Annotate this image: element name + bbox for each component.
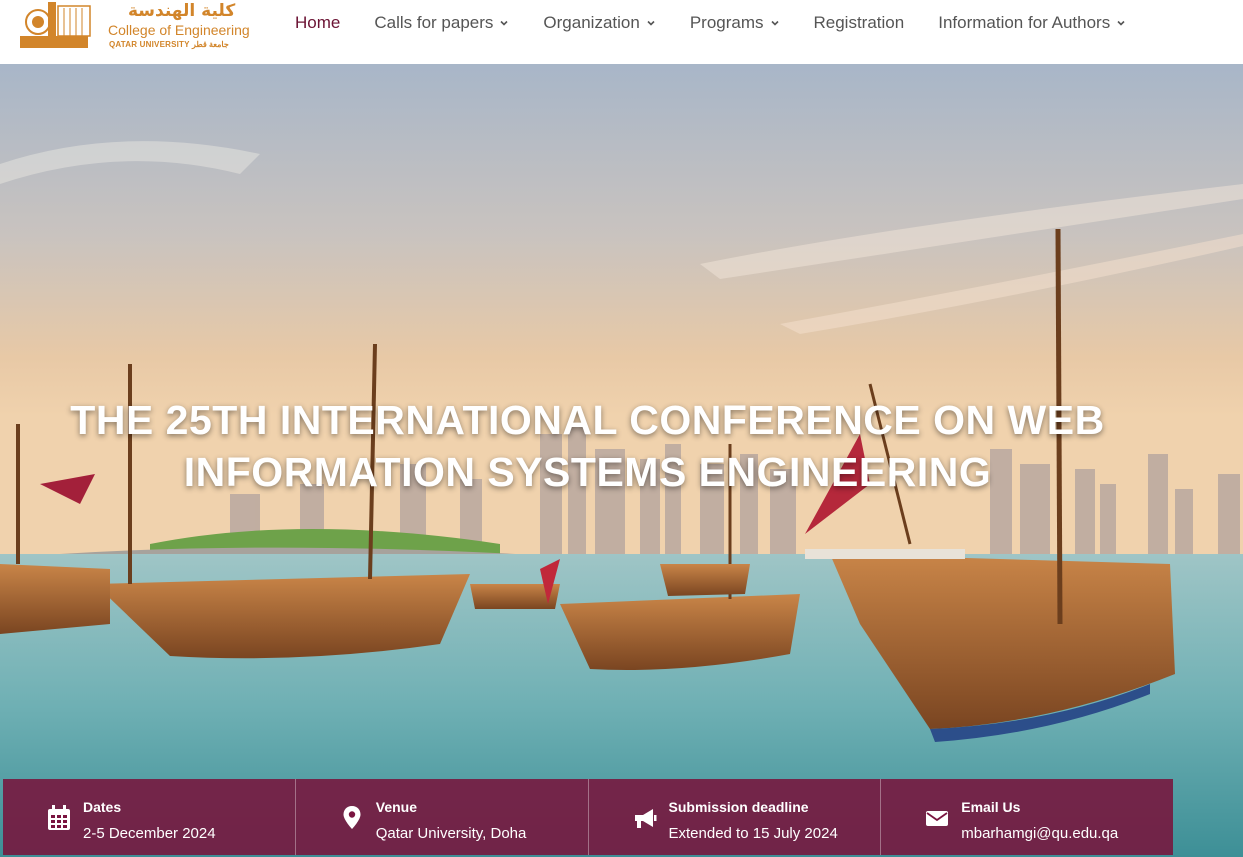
college-english-name: College of Engineering — [108, 22, 250, 38]
info-venue-title: Venue — [375, 799, 417, 815]
nav-registration-label: Registration — [813, 13, 905, 32]
info-deadline-title: Submission deadline — [668, 799, 809, 815]
calendar-icon — [48, 805, 70, 830]
info-card-dates: Dates 2-5 December 2024 — [3, 779, 296, 855]
college-logo[interactable]: كلية الهندسة College of Engineering QATA… — [18, 0, 250, 52]
nav-home-label: Home — [295, 13, 341, 32]
info-email-title: Email Us — [961, 799, 1021, 815]
location-pin-icon — [343, 806, 361, 829]
megaphone-icon — [634, 809, 656, 828]
info-dates-value: 2-5 December 2024 — [83, 825, 216, 842]
info-email-link[interactable]: mbarhamgi@qu.edu.qa — [961, 825, 1118, 842]
nav-home[interactable]: Home — [295, 13, 340, 33]
hero-banner: THE 25TH INTERNATIONAL CONFERENCE ON WEB… — [0, 64, 1243, 857]
envelope-icon — [926, 811, 949, 826]
nav-calls-for-papers[interactable]: Calls for papers — [374, 13, 509, 33]
nav-programs[interactable]: Programs — [690, 13, 780, 33]
college-arabic-name: كلية الهندسة — [128, 1, 236, 21]
info-bar: Dates 2-5 December 2024 Venue Qatar Univ… — [3, 779, 1173, 855]
conference-title: THE 25TH INTERNATIONAL CONFERENCE ON WEB… — [70, 397, 1105, 495]
nav-organization[interactable]: Organization — [543, 13, 655, 33]
main-nav: Home Calls for papers Organization Progr… — [295, 0, 1160, 46]
nav-information-for-authors[interactable]: Information for Authors — [938, 13, 1126, 33]
nav-organization-label: Organization — [543, 13, 640, 32]
chevron-down-icon — [500, 20, 508, 26]
site-header: كلية الهندسة College of Engineering QATA… — [0, 0, 1243, 64]
chevron-down-icon — [770, 20, 779, 26]
nav-registration[interactable]: Registration — [814, 13, 905, 33]
chevron-down-icon — [1117, 20, 1125, 26]
nav-information-for-authors-label: Information for Authors — [938, 13, 1111, 32]
info-dates-title: Dates — [83, 799, 122, 815]
info-card-email: Email Us mbarhamgi@qu.edu.qa — [881, 779, 1173, 855]
info-deadline-value: Extended to 15 July 2024 — [668, 825, 838, 842]
university-name: QATAR UNIVERSITY جامعة قطر — [109, 40, 229, 49]
nav-calls-for-papers-label: Calls for papers — [374, 13, 494, 32]
info-card-venue: Venue Qatar University, Doha — [295, 779, 589, 855]
nav-programs-label: Programs — [689, 13, 764, 32]
info-card-submission-deadline: Submission deadline Extended to 15 July … — [588, 779, 882, 855]
info-venue-value: Qatar University, Doha — [375, 825, 527, 842]
college-emblem-icon — [20, 2, 91, 48]
chevron-down-icon — [647, 20, 655, 26]
